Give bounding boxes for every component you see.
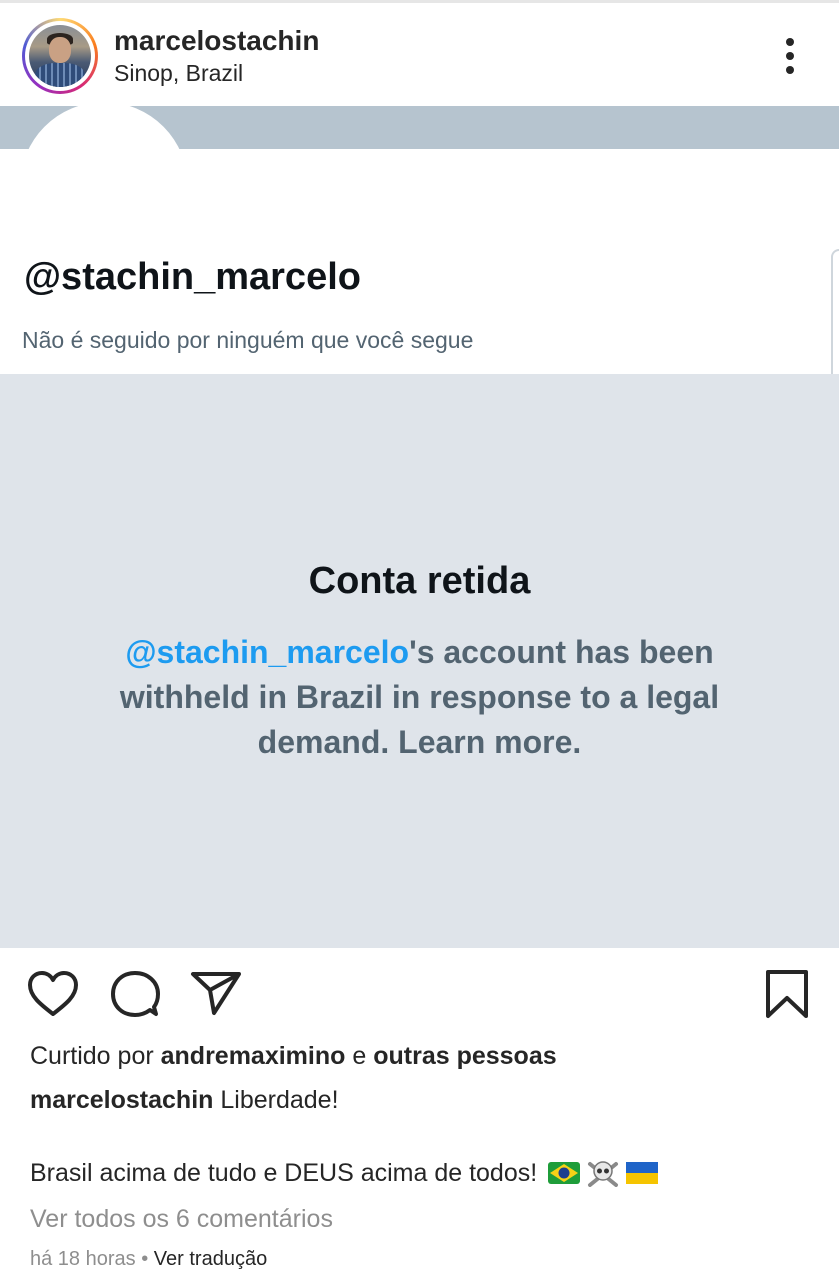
likes-summary[interactable]: Curtido por andremaximino e outras pesso… [30, 1042, 557, 1071]
caption-line: Brasil acima de tudo e DEUS acima de tod… [30, 1159, 659, 1188]
post-location[interactable]: Sinop, Brazil [114, 60, 243, 87]
caption-username[interactable]: marcelostachin [30, 1086, 213, 1114]
more-vertical-icon[interactable] [776, 36, 804, 76]
ukraine-flag-icon [626, 1162, 659, 1184]
view-all-comments-link[interactable]: Ver todos os 6 comentários [30, 1205, 333, 1234]
post-image[interactable]: @stachin_marcelo Não é seguido por ningu… [0, 106, 839, 948]
profile-avatar-placeholder [20, 106, 188, 270]
withheld-mention: @stachin_marcelo [125, 634, 410, 670]
liked-by-user[interactable]: andremaximino [161, 1042, 346, 1070]
translate-link[interactable]: Ver tradução [154, 1248, 267, 1270]
post-header: marcelostachin Sinop, Brazil [0, 3, 839, 106]
post-time: há 18 horas [30, 1248, 136, 1270]
avatar[interactable] [29, 25, 91, 87]
skull-and-crossbones-icon [588, 1161, 619, 1187]
withheld-notice: Conta retida @stachin_marcelo's account … [0, 374, 839, 948]
followers-you-know-text: Não é seguido por ninguém que você segue [22, 327, 474, 353]
caption-text: Liberdade! [220, 1086, 339, 1114]
profile-handle: @stachin_marcelo [24, 256, 361, 298]
withheld-message: @stachin_marcelo's account has been with… [100, 630, 739, 765]
story-ring[interactable] [22, 18, 98, 94]
brazil-flag-icon [548, 1162, 581, 1184]
send-icon[interactable] [190, 970, 242, 1016]
bookmark-icon[interactable] [764, 968, 810, 1020]
post-meta: há 18 horas • Ver tradução [30, 1248, 268, 1270]
heart-icon[interactable] [26, 970, 80, 1018]
post-username[interactable]: marcelostachin [114, 25, 319, 57]
comment-icon[interactable] [110, 970, 160, 1018]
liked-by-others[interactable]: outras pessoas [373, 1042, 556, 1070]
caption: marcelostachin Liberdade! [30, 1086, 339, 1115]
caption-line-text: Brasil acima de tudo e DEUS acima de tod… [30, 1159, 538, 1187]
action-bar [0, 948, 839, 1038]
withheld-title: Conta retida [308, 560, 531, 602]
